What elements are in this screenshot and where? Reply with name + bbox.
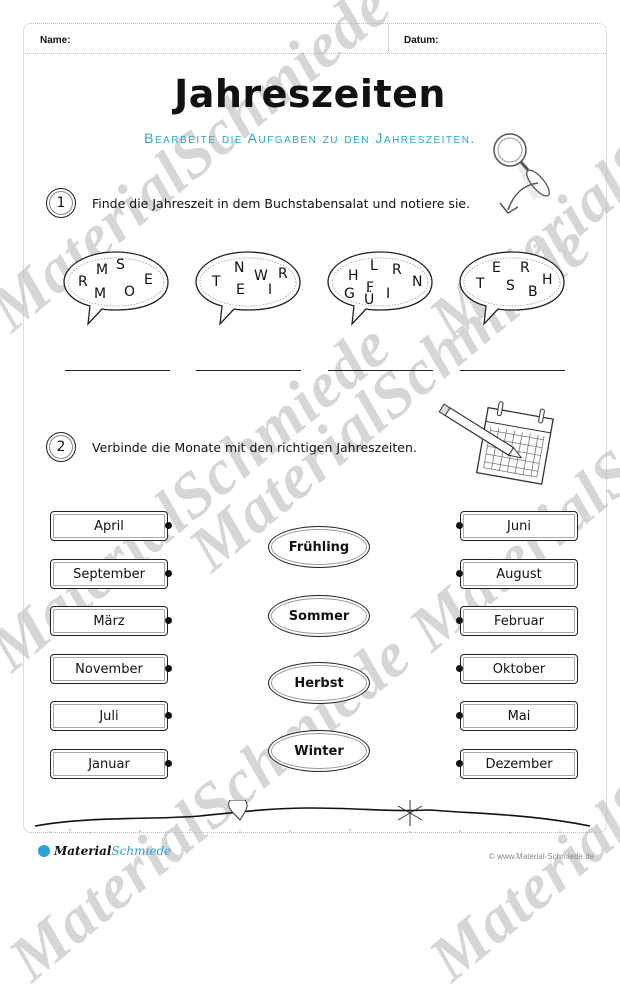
scrambled-letter: O xyxy=(124,284,136,300)
season-frühling[interactable]: Frühling xyxy=(268,526,370,568)
scrambled-letter: E xyxy=(492,260,501,276)
ground-decoration xyxy=(34,800,591,834)
season-sommer[interactable]: Sommer xyxy=(268,595,370,637)
task-instruction: Finde die Jahreszeit in dem Buchstabensa… xyxy=(92,195,471,211)
month-label: Mai xyxy=(507,708,531,724)
answer-line[interactable] xyxy=(196,370,301,371)
month-card-left[interactable]: September xyxy=(50,559,172,589)
task-instruction: Verbinde die Monate mit den richtigen Ja… xyxy=(92,439,417,455)
scrambled-letter: H xyxy=(348,268,359,284)
connector-dot[interactable] xyxy=(456,665,463,672)
scrambled-letter: I xyxy=(386,286,391,302)
scrambled-letter: T xyxy=(476,276,485,292)
scrambled-letter: R xyxy=(392,262,402,278)
connector-dot[interactable] xyxy=(456,617,463,624)
speech-bubble-icon xyxy=(195,251,301,326)
answer-line[interactable] xyxy=(328,370,433,371)
month-label: August xyxy=(496,566,542,582)
scrambled-letter: M xyxy=(94,286,107,302)
month-label: Juli xyxy=(99,708,119,724)
logo-text-b: Schmiede xyxy=(111,844,172,858)
scrambled-letter: W xyxy=(254,268,268,284)
month-label: November xyxy=(75,661,143,677)
month-card-left[interactable]: Januar xyxy=(50,749,172,779)
letter-bubble: HLRNGFÜI xyxy=(324,248,434,328)
month-card-right[interactable]: Mai xyxy=(456,701,578,731)
scrambled-letter: E xyxy=(144,272,153,288)
month-label: Oktober xyxy=(492,661,546,677)
connector-dot[interactable] xyxy=(456,760,463,767)
month-card-left[interactable]: März xyxy=(50,606,172,636)
scrambled-letter: B xyxy=(528,284,538,300)
month-label: März xyxy=(93,613,125,629)
task-2: 2 Verbinde die Monate mit den richtigen … xyxy=(46,432,417,462)
scrambled-letter: G xyxy=(344,286,355,302)
answer-line[interactable] xyxy=(460,370,565,371)
copyright: © www.Material-Schmiede.de xyxy=(488,852,594,861)
connector-dot[interactable] xyxy=(165,522,172,529)
connector-dot[interactable] xyxy=(165,712,172,719)
scrambled-letter: M xyxy=(96,262,109,278)
scrambled-letter: R xyxy=(78,274,88,290)
month-label: Juni xyxy=(507,518,531,534)
month-label: Februar xyxy=(494,613,544,629)
connector-dot[interactable] xyxy=(165,617,172,624)
name-label: Name: xyxy=(40,35,71,46)
logo-text-a: Material xyxy=(54,844,112,858)
letter-bubble: E R T SBH xyxy=(456,248,566,328)
logo-icon xyxy=(38,845,50,857)
month-label: Januar xyxy=(88,756,130,772)
month-label: September xyxy=(73,566,145,582)
connector-dot[interactable] xyxy=(165,570,172,577)
month-card-right[interactable]: August xyxy=(456,559,578,589)
scrambled-letter: I xyxy=(268,282,273,298)
month-card-left[interactable]: November xyxy=(50,654,172,684)
scrambled-letter: H xyxy=(542,272,553,288)
task-number: 1 xyxy=(46,188,76,218)
magnifier-icon xyxy=(493,133,550,214)
speech-bubble-icon xyxy=(327,251,433,326)
month-card-right[interactable]: Juni xyxy=(456,511,578,541)
scrambled-letter: S xyxy=(506,278,515,294)
month-label: Dezember xyxy=(485,756,553,772)
connector-dot[interactable] xyxy=(456,712,463,719)
letter-bubble: NT WR E I xyxy=(192,248,302,328)
season-winter[interactable]: Winter xyxy=(268,730,370,772)
task-number: 2 xyxy=(46,432,76,462)
scrambled-letter: N xyxy=(412,274,423,290)
snowflake-icon xyxy=(397,800,423,826)
connector-dot[interactable] xyxy=(165,760,172,767)
month-label: April xyxy=(94,518,124,534)
leaf-icon xyxy=(228,800,248,821)
month-card-left[interactable]: April xyxy=(50,511,172,541)
month-card-right[interactable]: Dezember xyxy=(456,749,578,779)
month-card-left[interactable]: Juli xyxy=(50,701,172,731)
month-card-right[interactable]: Februar xyxy=(456,606,578,636)
scrambled-letter: T xyxy=(212,274,221,290)
header-column-divider xyxy=(388,24,389,53)
connector-dot[interactable] xyxy=(165,665,172,672)
scrambled-letter: R xyxy=(278,266,288,282)
scrambled-letter: L xyxy=(370,258,378,274)
scrambled-letter: Ü xyxy=(364,292,375,308)
page-title: Jahreszeiten xyxy=(174,72,446,116)
answer-line[interactable] xyxy=(65,370,170,371)
date-label: Datum: xyxy=(404,35,439,46)
scrambled-letter: S xyxy=(116,257,125,273)
scrambled-letter: N xyxy=(234,260,245,276)
month-card-right[interactable]: Oktober xyxy=(456,654,578,684)
scrambled-letter: E xyxy=(236,282,245,298)
task-1: 1 Finde die Jahreszeit in dem Buchstaben… xyxy=(46,188,470,218)
season-herbst[interactable]: Herbst xyxy=(268,662,370,704)
connector-dot[interactable] xyxy=(456,522,463,529)
scrambled-letter: R xyxy=(520,260,530,276)
header-divider xyxy=(23,53,606,54)
connector-dot[interactable] xyxy=(456,570,463,577)
footer-logo: Material Schmiede xyxy=(38,844,171,858)
letter-bubble: MSREMO xyxy=(60,248,170,328)
calendar-icon xyxy=(438,401,554,485)
